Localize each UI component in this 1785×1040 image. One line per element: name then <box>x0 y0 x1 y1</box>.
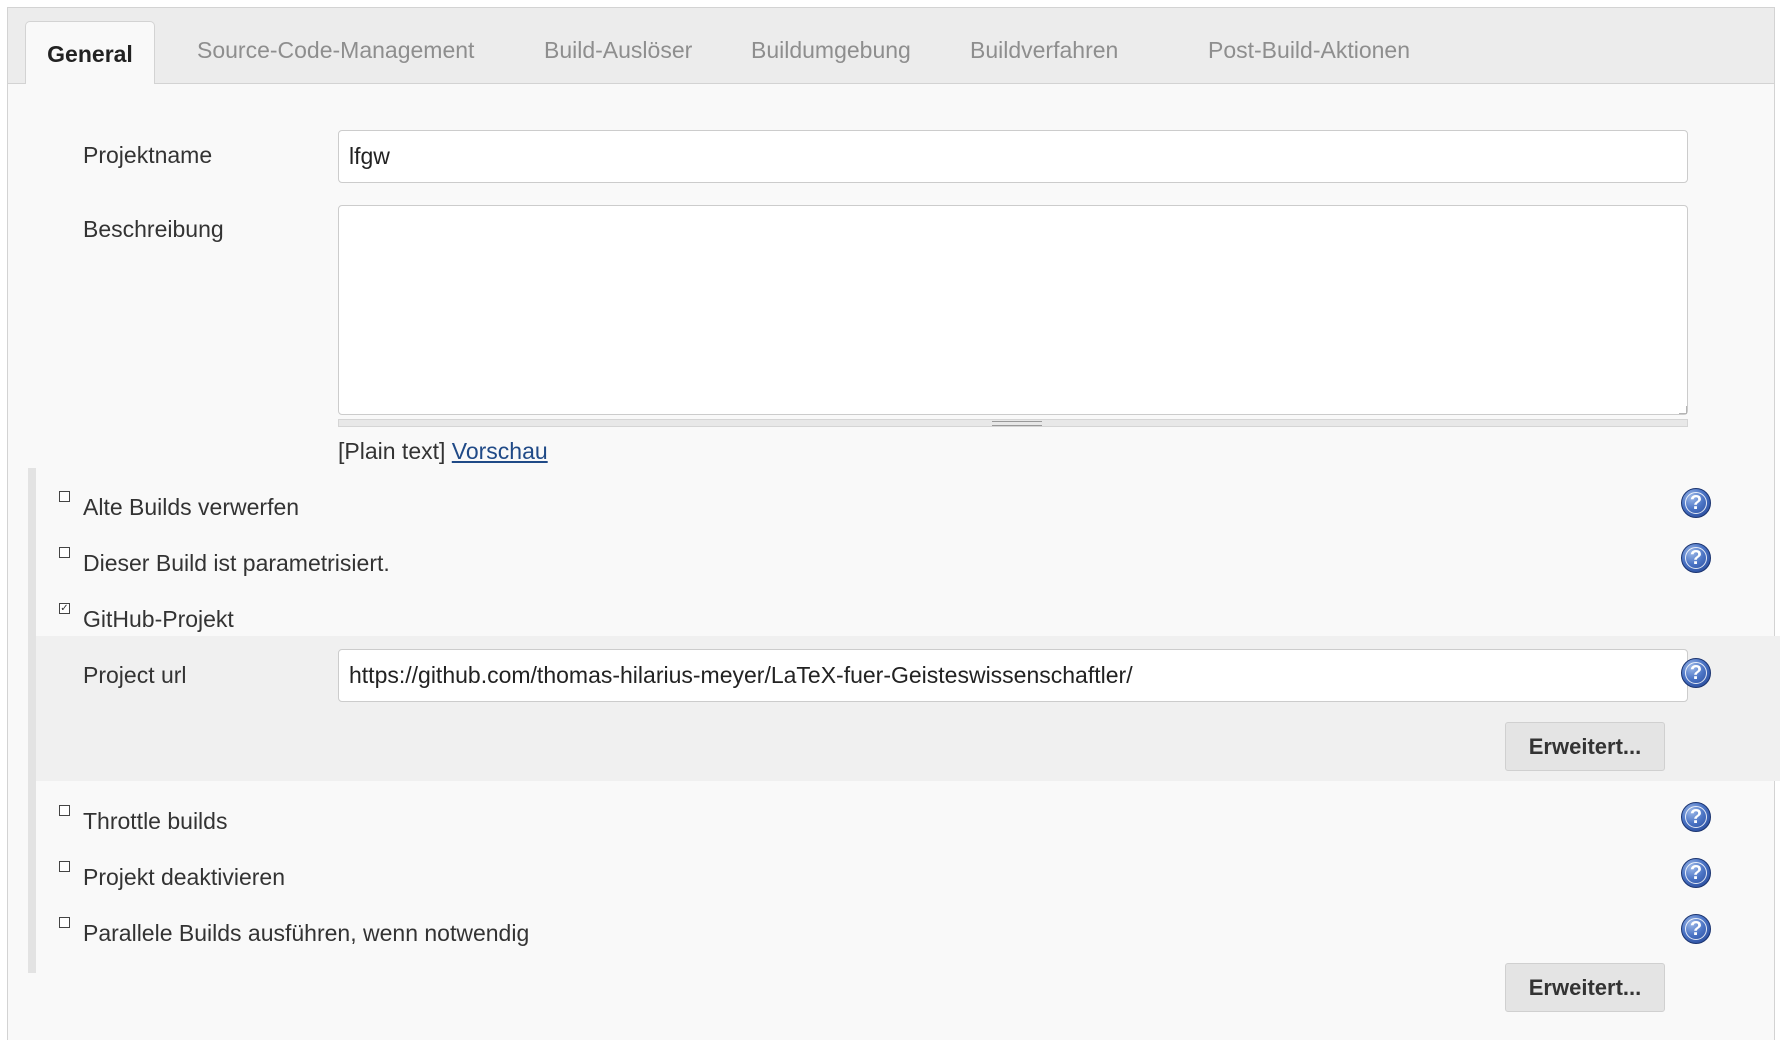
disable-project-checkbox[interactable] <box>59 861 70 872</box>
tab-source-code-management[interactable]: Source-Code-Management <box>197 37 474 64</box>
markup-hint: [Plain text] Vorschau <box>338 438 548 465</box>
config-panel: General Source-Code-Management Build-Aus… <box>7 7 1780 1040</box>
discard-old-builds-checkbox[interactable] <box>59 491 70 502</box>
resize-grip-icon[interactable] <box>992 421 1042 426</box>
help-icon[interactable]: ? <box>1681 658 1711 688</box>
tab-bar: General Source-Code-Management Build-Aus… <box>8 8 1774 84</box>
preview-link[interactable]: Vorschau <box>452 438 548 464</box>
resize-corner-icon[interactable] <box>1679 406 1687 414</box>
throttle-builds-label: Throttle builds <box>83 808 228 834</box>
throttle-builds-checkbox[interactable] <box>59 805 70 816</box>
help-icon[interactable]: ? <box>1681 858 1711 888</box>
help-icon[interactable]: ? <box>1681 543 1711 573</box>
section-indent-bar <box>28 468 36 973</box>
markup-format-text: [Plain text] <box>338 438 446 464</box>
description-textarea[interactable] <box>338 205 1688 415</box>
project-url-label: Project url <box>83 662 187 688</box>
github-advanced-button[interactable]: Erweitert... <box>1505 722 1665 771</box>
tab-general[interactable]: General <box>25 21 155 84</box>
help-icon[interactable]: ? <box>1681 802 1711 832</box>
general-advanced-button[interactable]: Erweitert... <box>1505 963 1665 1012</box>
parameterized-build-label: Dieser Build ist parametrisiert. <box>83 550 390 576</box>
github-project-label: GitHub-Projekt <box>83 606 234 632</box>
tab-build-environment[interactable]: Buildumgebung <box>751 37 911 64</box>
parameterized-build-checkbox[interactable] <box>59 547 70 558</box>
tab-post-build-actions[interactable]: Post-Build-Aktionen <box>1208 37 1410 64</box>
discard-old-builds-label: Alte Builds verwerfen <box>83 494 300 520</box>
concurrent-builds-label: Parallele Builds ausführen, wenn notwend… <box>83 920 530 946</box>
disable-project-label: Projekt deaktivieren <box>83 864 285 890</box>
concurrent-builds-checkbox[interactable] <box>59 917 70 928</box>
tab-build-triggers[interactable]: Build-Auslöser <box>544 37 692 64</box>
github-project-checkbox[interactable]: ✓ <box>59 603 70 614</box>
help-icon[interactable]: ? <box>1681 488 1711 518</box>
project-url-input[interactable] <box>338 649 1688 702</box>
description-label: Beschreibung <box>83 216 224 242</box>
project-name-input[interactable] <box>338 130 1688 183</box>
tab-build-steps[interactable]: Buildverfahren <box>970 37 1118 64</box>
project-name-label: Projektname <box>83 142 213 168</box>
help-icon[interactable]: ? <box>1681 914 1711 944</box>
